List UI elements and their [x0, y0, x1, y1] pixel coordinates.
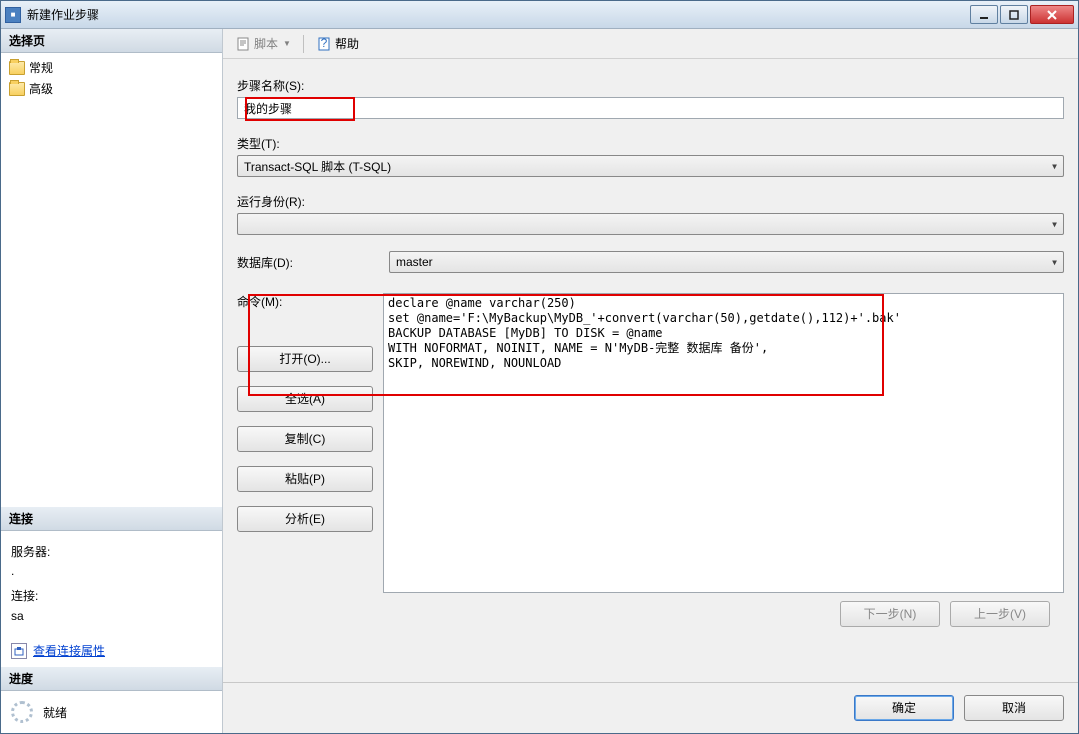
progress-spinner-icon: [11, 701, 33, 723]
help-button[interactable]: ? 帮助: [312, 33, 363, 54]
open-button[interactable]: 打开(O)...: [237, 346, 373, 372]
conn-label: 连接:: [11, 587, 212, 606]
close-button[interactable]: [1030, 5, 1074, 24]
command-label: 命令(M):: [237, 293, 373, 310]
view-connection-props-link[interactable]: 查看连接属性: [33, 642, 105, 661]
help-icon: ?: [316, 36, 332, 52]
type-label: 类型(T):: [237, 135, 1064, 152]
connection-header: 连接: [1, 507, 222, 531]
script-button[interactable]: 脚本 ▼: [231, 33, 295, 54]
window-title: 新建作业步骤: [27, 6, 970, 23]
sidebar: 选择页 常规 高级 连接 服务器: . 连接:: [1, 29, 223, 733]
database-label: 数据库(D):: [237, 254, 373, 271]
prev-step-button[interactable]: 上一步(V): [950, 601, 1050, 627]
sidebar-item-advanced[interactable]: 高级: [9, 78, 214, 99]
parse-button[interactable]: 分析(E): [237, 506, 373, 532]
next-step-button[interactable]: 下一步(N): [840, 601, 940, 627]
sidebar-item-label: 常规: [29, 59, 53, 76]
dialog-window: ■ 新建作业步骤 选择页 常规 高级: [0, 0, 1079, 734]
sidebar-item-label: 高级: [29, 80, 53, 97]
conn-value: sa: [11, 607, 212, 626]
sidebar-item-general[interactable]: 常规: [9, 57, 214, 78]
titlebar: ■ 新建作业步骤: [1, 1, 1078, 29]
app-icon: ■: [5, 7, 21, 23]
main-panel: 脚本 ▼ ? 帮助 步骤名称(S): 类型(T): Transact-SQL 脚…: [223, 29, 1078, 733]
copy-button[interactable]: 复制(C): [237, 426, 373, 452]
server-label: 服务器:: [11, 543, 212, 562]
svg-text:?: ?: [321, 37, 328, 50]
select-all-button[interactable]: 全选(A): [237, 386, 373, 412]
runas-label: 运行身份(R):: [237, 193, 1064, 210]
cancel-button[interactable]: 取消: [964, 695, 1064, 721]
folder-icon: [9, 61, 25, 75]
type-combobox[interactable]: Transact-SQL 脚本 (T-SQL): [237, 155, 1064, 177]
server-value: .: [11, 562, 212, 581]
step-name-label: 步骤名称(S):: [237, 77, 1064, 94]
progress-status: 就绪: [43, 704, 67, 721]
script-icon: [235, 36, 251, 52]
connection-props-icon: [11, 643, 27, 659]
ok-button[interactable]: 确定: [854, 695, 954, 721]
chevron-down-icon: ▼: [283, 39, 291, 48]
database-combobox[interactable]: master: [389, 251, 1064, 273]
maximize-button[interactable]: [1000, 5, 1028, 24]
folder-icon: [9, 82, 25, 96]
toolbar-separator: [303, 35, 304, 53]
runas-combobox[interactable]: [237, 213, 1064, 235]
minimize-button[interactable]: [970, 5, 998, 24]
select-page-header: 选择页: [1, 29, 222, 53]
toolbar: 脚本 ▼ ? 帮助: [223, 29, 1078, 59]
paste-button[interactable]: 粘贴(P): [237, 466, 373, 492]
progress-header: 进度: [1, 667, 222, 691]
step-name-input[interactable]: [237, 97, 1064, 119]
command-textarea[interactable]: [383, 293, 1064, 593]
